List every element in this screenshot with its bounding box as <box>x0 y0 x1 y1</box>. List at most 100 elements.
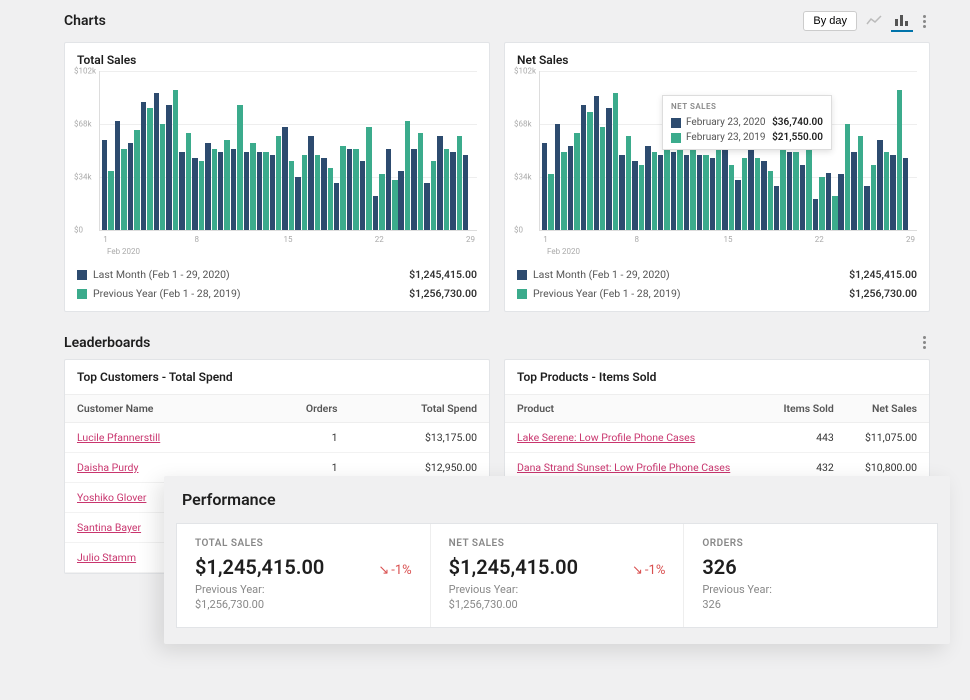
bar[interactable] <box>684 155 689 230</box>
bar[interactable] <box>832 196 837 230</box>
bar[interactable] <box>302 155 307 230</box>
bar[interactable] <box>134 130 139 230</box>
bar[interactable] <box>890 155 895 230</box>
bar[interactable] <box>742 158 747 230</box>
bar[interactable] <box>392 180 397 230</box>
bar[interactable] <box>761 161 766 230</box>
customer-link[interactable]: Santina Bayer <box>77 521 141 534</box>
perf-card-total-sales[interactable]: TOTAL SALES $1,245,415.00 ↘-1% Previous … <box>177 524 431 627</box>
bar[interactable] <box>102 140 107 230</box>
col-header[interactable]: Product <box>505 395 765 423</box>
bar[interactable] <box>405 121 410 230</box>
bar[interactable] <box>386 149 391 230</box>
bar[interactable] <box>373 196 378 230</box>
bar[interactable] <box>347 149 352 230</box>
bar[interactable] <box>444 149 449 230</box>
bar[interactable] <box>903 158 908 230</box>
col-header[interactable]: Total Spend <box>350 395 489 423</box>
kebab-menu-icon[interactable] <box>919 11 930 32</box>
bar[interactable] <box>851 152 856 230</box>
bar[interactable] <box>858 136 863 230</box>
bar[interactable] <box>697 155 702 230</box>
bar[interactable] <box>257 152 262 230</box>
bar[interactable] <box>128 143 133 230</box>
bar[interactable] <box>205 143 210 230</box>
col-header[interactable]: Net Sales <box>846 395 929 423</box>
bar[interactable] <box>166 105 171 230</box>
bar[interactable] <box>154 93 159 230</box>
bar[interactable] <box>218 152 223 230</box>
bar[interactable] <box>340 146 345 230</box>
bar[interactable] <box>108 171 113 230</box>
bar[interactable] <box>366 127 371 230</box>
customer-link[interactable]: Julio Stamm <box>77 551 136 564</box>
bar[interactable] <box>626 136 631 230</box>
bar[interactable] <box>884 152 889 230</box>
bar[interactable] <box>295 177 300 230</box>
bar[interactable] <box>192 158 197 230</box>
bar[interactable] <box>632 161 637 230</box>
bar[interactable] <box>186 133 191 230</box>
bar[interactable] <box>755 158 760 230</box>
col-header[interactable]: Items Sold <box>765 395 846 423</box>
col-header[interactable]: Orders <box>252 395 349 423</box>
bar[interactable] <box>212 149 217 230</box>
bar[interactable] <box>418 133 423 230</box>
bar[interactable] <box>800 165 805 230</box>
bar-chart-icon[interactable] <box>891 10 913 32</box>
bar[interactable] <box>581 105 586 230</box>
bar[interactable] <box>179 152 184 230</box>
bar[interactable] <box>793 152 798 230</box>
kebab-menu-icon[interactable] <box>919 332 930 353</box>
bar[interactable] <box>282 127 287 230</box>
bar[interactable] <box>379 174 384 230</box>
bar[interactable] <box>147 108 152 230</box>
bar[interactable] <box>813 199 818 230</box>
bar[interactable] <box>606 108 611 230</box>
bar[interactable] <box>411 149 416 230</box>
customer-link[interactable]: Lucile Pfannerstill <box>77 431 160 444</box>
bar[interactable] <box>353 149 358 230</box>
col-header[interactable]: Customer Name <box>65 395 252 423</box>
perf-card-net-sales[interactable]: NET SALES $1,245,415.00 ↘-1% Previous Ye… <box>431 524 685 627</box>
bar[interactable] <box>690 146 695 230</box>
bar[interactable] <box>826 173 831 230</box>
bar[interactable] <box>231 149 236 230</box>
bar[interactable] <box>658 155 663 230</box>
bar[interactable] <box>542 143 547 230</box>
bar[interactable] <box>780 149 785 230</box>
bar[interactable] <box>645 146 650 230</box>
customer-link[interactable]: Daisha Purdy <box>77 461 138 474</box>
bar[interactable] <box>819 177 824 230</box>
bar[interactable] <box>864 186 869 230</box>
product-link[interactable]: Dana Strand Sunset: Low Profile Phone Ca… <box>517 461 730 474</box>
bar[interactable] <box>619 155 624 230</box>
bar[interactable] <box>424 183 429 230</box>
bar[interactable] <box>703 155 708 230</box>
bar[interactable] <box>237 105 242 230</box>
customer-link[interactable]: Yoshiko Glover <box>77 491 146 504</box>
bar[interactable] <box>639 165 644 230</box>
bar[interactable] <box>561 152 566 230</box>
bar[interactable] <box>224 140 229 230</box>
bar[interactable] <box>431 161 436 230</box>
bar[interactable] <box>587 112 592 230</box>
bar[interactable] <box>199 161 204 230</box>
perf-card-orders[interactable]: ORDERS 326 Previous Year:326 <box>684 524 937 627</box>
bar[interactable] <box>838 174 843 230</box>
bar[interactable] <box>871 165 876 230</box>
bar[interactable] <box>244 152 249 230</box>
bar[interactable] <box>845 124 850 230</box>
bar[interactable] <box>671 152 676 230</box>
bar[interactable] <box>250 143 255 230</box>
bar[interactable] <box>568 146 573 230</box>
bar[interactable] <box>877 140 882 230</box>
bar[interactable] <box>160 124 165 230</box>
bar[interactable] <box>437 136 442 230</box>
line-chart-icon[interactable] <box>863 10 885 32</box>
bar[interactable] <box>768 171 773 230</box>
bar[interactable] <box>457 136 462 230</box>
bar[interactable] <box>735 180 740 230</box>
bar[interactable] <box>600 127 605 230</box>
bar[interactable] <box>308 136 313 230</box>
